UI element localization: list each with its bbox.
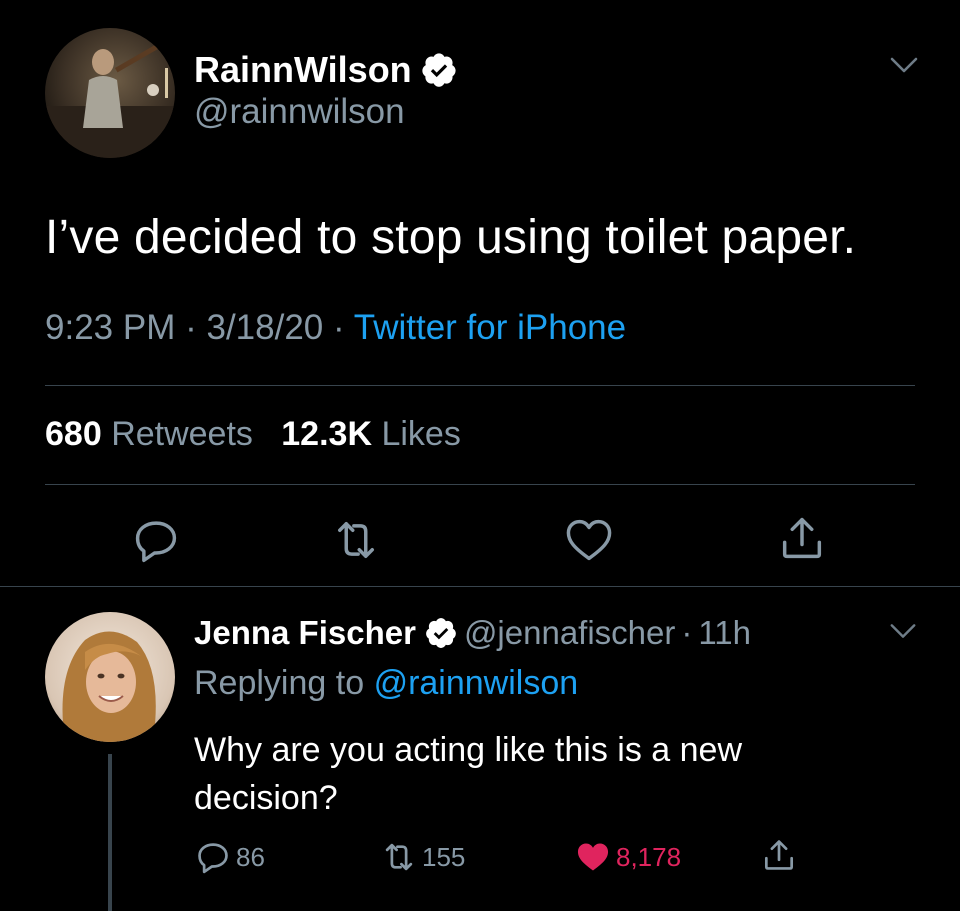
chevron-down-icon[interactable] bbox=[886, 50, 922, 80]
heart-icon bbox=[577, 843, 609, 871]
likes-label: Likes bbox=[381, 415, 461, 453]
thread-connector-line bbox=[108, 754, 112, 911]
retweet-button[interactable] bbox=[330, 514, 382, 566]
retweets-label: Retweets bbox=[111, 415, 253, 453]
divider bbox=[45, 484, 915, 485]
replying-to-label: Replying to bbox=[194, 664, 365, 702]
likes-stat[interactable]: 12.3K Likes bbox=[281, 415, 461, 453]
main-author-name[interactable]: RainnWilson bbox=[194, 49, 412, 91]
chevron-down-icon[interactable] bbox=[886, 617, 920, 645]
retweet-arrows-icon bbox=[338, 522, 374, 558]
replying-to-mention[interactable]: @rainnwilson bbox=[374, 664, 579, 702]
reply-header: Jenna Fischer @jennafischer · 11h bbox=[194, 609, 751, 657]
reply-share-button[interactable] bbox=[760, 836, 802, 874]
tweet-date[interactable]: 3/18/20 bbox=[206, 308, 323, 347]
tweet-time[interactable]: 9:23 PM bbox=[45, 308, 175, 347]
likes-count: 12.3K bbox=[281, 415, 372, 453]
reply-author-handle[interactable]: @jennafischer bbox=[464, 614, 675, 652]
reply-button[interactable] bbox=[130, 514, 182, 566]
share-upload-icon bbox=[782, 517, 822, 559]
share-button[interactable] bbox=[776, 512, 828, 564]
main-author-avatar[interactable] bbox=[45, 28, 175, 158]
header-separator: · bbox=[681, 614, 693, 651]
divider bbox=[45, 385, 915, 386]
reply-retweet-button[interactable]: 155 bbox=[380, 838, 465, 876]
reply-tweet-text: Why are you acting like this is a new de… bbox=[194, 731, 743, 817]
reply-count: 86 bbox=[236, 841, 265, 872]
avatar-photo bbox=[45, 612, 175, 742]
reply-author-avatar[interactable] bbox=[45, 612, 175, 742]
speech-bubble-icon bbox=[198, 843, 228, 874]
tweet-source-link[interactable]: Twitter for iPhone bbox=[354, 308, 626, 347]
verified-badge-icon bbox=[420, 51, 458, 89]
retweets-count: 680 bbox=[45, 415, 102, 453]
meta-separator: · bbox=[185, 308, 197, 347]
reply-like-button[interactable]: 8,178 bbox=[574, 838, 681, 876]
reply-author-name[interactable]: Jenna Fischer bbox=[194, 614, 416, 652]
engagement-stats: 680 Retweets 12.3K Likes bbox=[45, 415, 461, 454]
speech-bubble-icon bbox=[135, 521, 177, 563]
main-author-row: RainnWilson bbox=[194, 46, 458, 94]
like-button[interactable] bbox=[563, 514, 615, 566]
retweet-arrows-icon bbox=[385, 843, 413, 871]
main-tweet-text: I’ve decided to stop using toilet paper. bbox=[45, 211, 857, 264]
divider bbox=[0, 586, 960, 587]
avatar-photo bbox=[45, 28, 175, 158]
like-count: 8,178 bbox=[616, 841, 682, 872]
retweets-stat[interactable]: 680 Retweets bbox=[45, 415, 253, 453]
retweet-count: 155 bbox=[422, 841, 466, 872]
reply-reply-button[interactable]: 86 bbox=[194, 838, 265, 876]
tweet-meta: 9:23 PM · 3/18/20 · Twitter for iPhone bbox=[45, 308, 626, 348]
verified-badge-icon bbox=[424, 616, 458, 650]
heart-icon bbox=[566, 519, 612, 561]
main-author-handle[interactable]: @rainnwilson bbox=[194, 92, 405, 132]
reply-timestamp[interactable]: 11h bbox=[698, 614, 751, 652]
meta-separator: · bbox=[333, 308, 345, 347]
replying-to-line: Replying to @rainnwilson bbox=[194, 664, 578, 703]
share-upload-icon bbox=[764, 840, 794, 870]
